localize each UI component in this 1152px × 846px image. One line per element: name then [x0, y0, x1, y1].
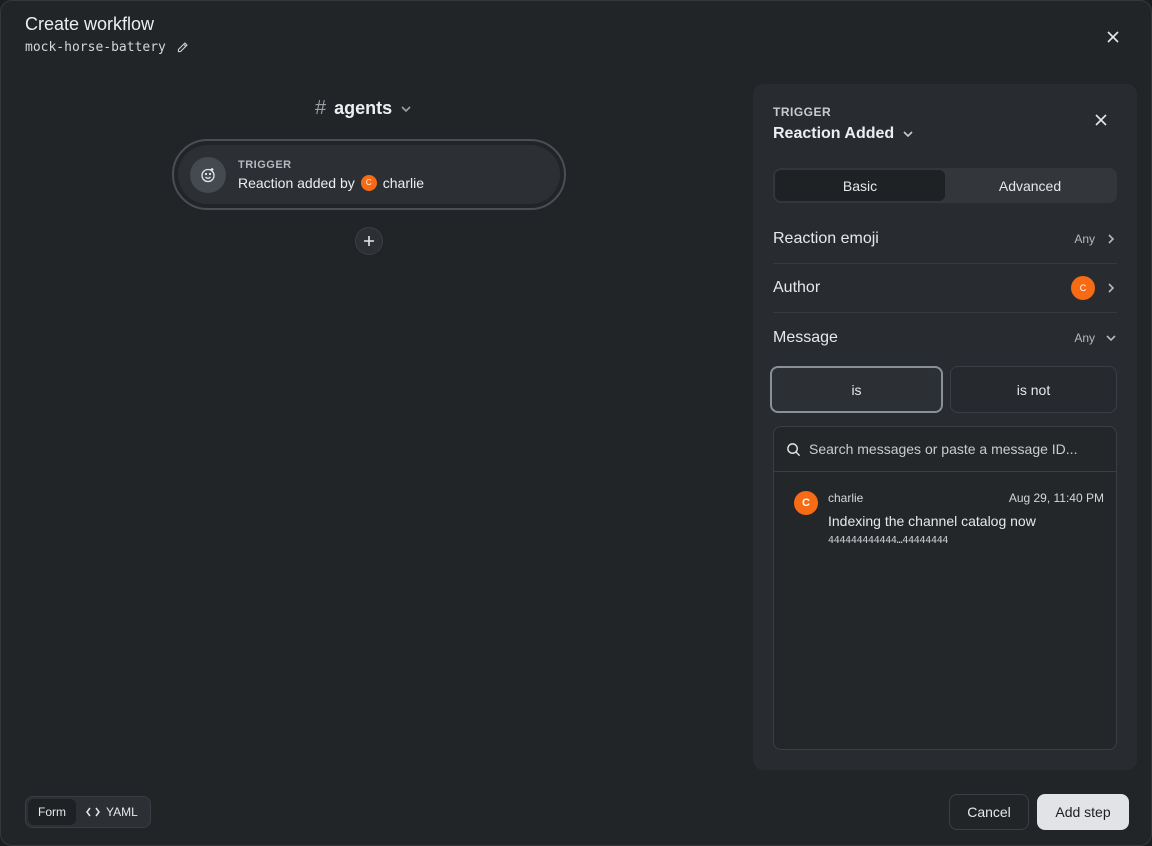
- add-step-button[interactable]: Add step: [1037, 794, 1129, 830]
- author-row[interactable]: Author C: [773, 264, 1117, 313]
- yaml-mode-button[interactable]: YAML: [76, 799, 148, 825]
- chevron-right-icon: [1108, 283, 1115, 293]
- cancel-button[interactable]: Cancel: [949, 794, 1029, 830]
- plus-icon: [364, 236, 374, 246]
- match-is-button[interactable]: is: [770, 366, 943, 413]
- message-search: [774, 427, 1116, 472]
- reaction-emoji-row[interactable]: Reaction emoji Any: [773, 215, 1117, 264]
- author-label: Author: [773, 279, 821, 296]
- close-icon: [1095, 114, 1107, 126]
- avatar: C: [794, 491, 818, 515]
- channel-name: agents: [334, 98, 393, 118]
- trigger-config-panel: TRIGGER Reaction Added Basic Advanced Re…: [753, 84, 1137, 770]
- close-modal-button[interactable]: [1101, 25, 1125, 49]
- match-is-not-button[interactable]: is not: [950, 366, 1117, 413]
- form-mode-button[interactable]: Form: [28, 799, 76, 825]
- reaction-emoji-label: Reaction emoji: [773, 230, 879, 247]
- yaml-mode-label: YAML: [106, 805, 138, 819]
- message-id: 444444444444…44444444: [828, 535, 949, 546]
- search-icon: [787, 442, 801, 456]
- channel-selector[interactable]: # agents: [315, 97, 412, 120]
- message-picker: C charlie Aug 29, 11:40 PM Indexing the …: [773, 426, 1117, 750]
- trigger-node-text: Reaction added by: [238, 174, 355, 191]
- chevron-down-icon: [401, 105, 411, 112]
- workflow-slug: mock-horse-battery: [25, 40, 189, 55]
- editor-mode-toggle: Form YAML: [25, 796, 151, 828]
- trigger-type-label: Reaction Added: [773, 125, 895, 142]
- create-workflow-modal: Create workflow mock-horse-battery # age…: [0, 0, 1152, 846]
- trigger-node-label: TRIGGER: [238, 158, 292, 171]
- modal-title: Create workflow: [25, 14, 155, 34]
- search-input[interactable]: [809, 441, 1109, 457]
- chevron-down-icon: [1106, 334, 1116, 341]
- panel-label: TRIGGER: [773, 105, 832, 119]
- form-mode-label: Form: [38, 805, 66, 819]
- avatar: C: [1071, 276, 1095, 300]
- chevron-down-icon: [903, 131, 913, 138]
- hash-icon: #: [315, 97, 327, 119]
- trigger-node-user: charlie: [382, 174, 425, 191]
- tab-advanced[interactable]: Advanced: [945, 170, 1115, 201]
- list-item[interactable]: C charlie Aug 29, 11:40 PM Indexing the …: [794, 491, 1104, 546]
- message-time: Aug 29, 11:40 PM: [1008, 491, 1104, 505]
- message-label: Message: [773, 328, 838, 346]
- message-author: charlie: [828, 491, 864, 505]
- avatar: C: [360, 174, 377, 191]
- message-value: Any: [1074, 330, 1095, 345]
- message-text: Indexing the channel catalog now: [828, 513, 1036, 529]
- trigger-type-dropdown[interactable]: Reaction Added: [773, 125, 914, 143]
- trigger-node[interactable]: TRIGGER Reaction added by C charlie: [172, 139, 566, 210]
- chevron-right-icon: [1108, 234, 1115, 244]
- close-panel-button[interactable]: [1089, 108, 1113, 132]
- reaction-add-icon: [190, 156, 226, 193]
- close-icon: [1107, 31, 1119, 43]
- message-row[interactable]: Message Any: [773, 313, 1117, 362]
- workflow-slug-text: mock-horse-battery: [25, 40, 166, 55]
- trigger-node-description: Reaction added by C charlie: [238, 174, 425, 191]
- code-icon: [86, 807, 100, 817]
- add-step-plus-button[interactable]: [355, 227, 383, 255]
- reaction-emoji-value: Any: [1074, 232, 1095, 246]
- edit-pencil-icon[interactable]: [176, 41, 189, 54]
- tab-basic[interactable]: Basic: [775, 170, 945, 201]
- mode-tabs: Basic Advanced: [773, 168, 1117, 203]
